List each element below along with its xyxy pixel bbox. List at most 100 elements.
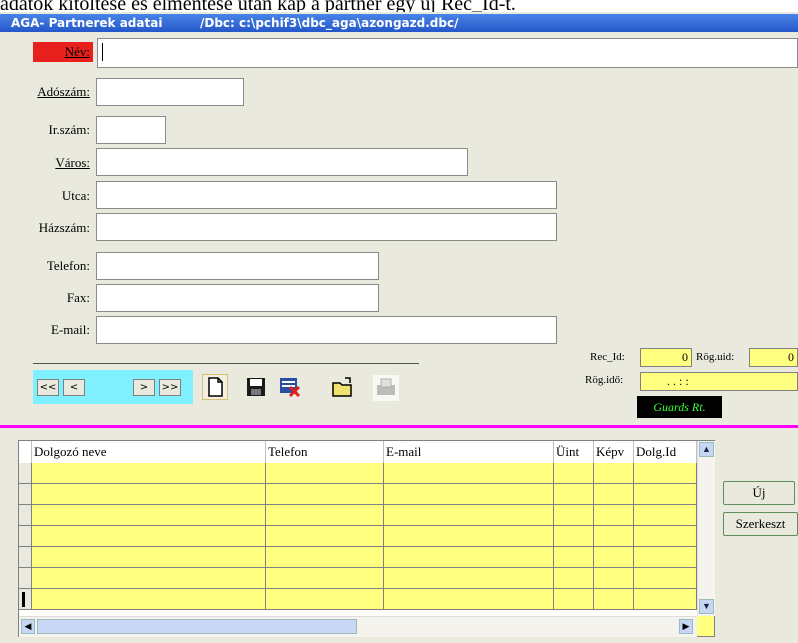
table-cell[interactable] — [266, 589, 384, 610]
table-cell[interactable] — [634, 505, 697, 526]
table-cell[interactable] — [554, 547, 594, 568]
table-cell[interactable] — [634, 484, 697, 505]
table-cell[interactable] — [384, 526, 554, 547]
table-cell[interactable] — [266, 568, 384, 589]
edit-employee-button[interactable]: Szerkeszt — [723, 512, 798, 536]
table-cell[interactable] — [634, 589, 697, 610]
table-cell[interactable] — [266, 484, 384, 505]
table-cell[interactable] — [634, 547, 697, 568]
column-header-kepv[interactable]: Képv — [594, 441, 634, 463]
table-cell[interactable] — [554, 568, 594, 589]
column-header-dolg-id[interactable]: Dolg.Id — [634, 441, 697, 463]
table-row[interactable] — [19, 547, 697, 568]
first-record-button[interactable]: << — [37, 379, 59, 396]
text-cursor — [102, 43, 103, 61]
table-cell[interactable] — [594, 526, 634, 547]
table-cell[interactable] — [32, 568, 266, 589]
table-cell[interactable] — [554, 484, 594, 505]
delete-record-button[interactable] — [278, 375, 302, 399]
new-document-button[interactable] — [202, 374, 228, 400]
horizontal-scroll-thumb[interactable] — [37, 619, 357, 634]
email-input[interactable] — [96, 316, 557, 344]
table-cell[interactable] — [554, 505, 594, 526]
scroll-right-icon[interactable]: ▶ — [679, 619, 693, 634]
column-header-phone[interactable]: Telefon — [266, 441, 384, 463]
table-cell[interactable] — [594, 589, 634, 610]
table-cell[interactable] — [32, 589, 266, 610]
open-folder-button[interactable] — [330, 375, 354, 399]
utca-input[interactable] — [96, 181, 557, 209]
prev-record-button[interactable]: < — [63, 379, 85, 396]
table-row[interactable] — [19, 463, 697, 484]
scroll-down-icon[interactable]: ▼ — [699, 599, 714, 614]
print-button[interactable] — [373, 375, 399, 401]
table-row[interactable] — [19, 484, 697, 505]
document-caption: adatok kitöltése és elmentése után kap a… — [0, 0, 798, 12]
scroll-left-icon[interactable]: ◀ — [21, 619, 35, 634]
irszam-input[interactable] — [96, 116, 166, 144]
table-cell[interactable] — [32, 526, 266, 547]
table-row[interactable] — [19, 505, 697, 526]
table-cell[interactable] — [594, 568, 634, 589]
table-cell[interactable] — [384, 589, 554, 610]
telefon-input[interactable] — [96, 252, 379, 280]
row-selector[interactable] — [19, 526, 32, 547]
table-cell[interactable] — [594, 547, 634, 568]
save-button[interactable] — [244, 375, 268, 399]
table-cell[interactable] — [594, 484, 634, 505]
new-employee-button[interactable]: Új — [723, 481, 795, 505]
vertical-scrollbar[interactable]: ▲ ▼ — [697, 441, 715, 616]
irszam-label: Ir.szám: — [48, 122, 90, 137]
scroll-up-icon[interactable]: ▲ — [699, 442, 714, 457]
table-cell[interactable] — [554, 526, 594, 547]
table-cell[interactable] — [384, 547, 554, 568]
last-record-button[interactable]: >> — [159, 379, 181, 396]
table-cell[interactable] — [554, 463, 594, 484]
table-cell[interactable] — [634, 463, 697, 484]
varos-input[interactable] — [96, 148, 468, 176]
row-selector[interactable] — [19, 589, 32, 610]
row-selector[interactable] — [19, 463, 32, 484]
table-cell[interactable] — [266, 505, 384, 526]
window-titlebar: AGA- Partnerek adatai /Dbc: c:\pchif3\db… — [0, 14, 798, 32]
fax-input[interactable] — [96, 284, 379, 312]
table-cell[interactable] — [594, 505, 634, 526]
table-cell[interactable] — [266, 526, 384, 547]
column-header-email[interactable]: E-mail — [384, 441, 554, 463]
table-cell[interactable] — [32, 463, 266, 484]
table-cell[interactable] — [384, 484, 554, 505]
table-cell[interactable] — [32, 547, 266, 568]
table-row[interactable] — [19, 526, 697, 547]
table-cell[interactable] — [32, 505, 266, 526]
table-cell[interactable] — [32, 484, 266, 505]
table-cell[interactable] — [384, 463, 554, 484]
next-record-button[interactable]: > — [133, 379, 155, 396]
table-cell[interactable] — [384, 505, 554, 526]
email-label: E-mail: — [51, 322, 90, 337]
adoszam-input[interactable] — [96, 78, 244, 106]
rec-id-value: 0 — [640, 348, 692, 367]
table-row[interactable] — [19, 589, 697, 610]
row-selector[interactable] — [19, 568, 32, 589]
table-cell[interactable] — [266, 547, 384, 568]
table-cell[interactable] — [594, 463, 634, 484]
column-header-uint[interactable]: Üint — [554, 441, 594, 463]
row-selector[interactable] — [19, 505, 32, 526]
nev-label: Név: — [33, 42, 93, 62]
table-cell[interactable] — [384, 568, 554, 589]
hazszam-input[interactable] — [96, 213, 557, 241]
telefon-label: Telefon: — [46, 258, 90, 273]
fax-label: Fax: — [66, 290, 90, 305]
table-cell[interactable] — [634, 568, 697, 589]
table-cell[interactable] — [554, 589, 594, 610]
table-row[interactable] — [19, 568, 697, 589]
table-cell[interactable] — [266, 463, 384, 484]
employees-grid[interactable]: Dolgozó neve Telefon E-mail Üint Képv Do… — [18, 440, 715, 637]
row-selector[interactable] — [19, 484, 32, 505]
horizontal-scrollbar[interactable]: ◀ ▶ — [19, 616, 697, 637]
column-header-name[interactable]: Dolgozó neve — [32, 441, 266, 463]
row-selector[interactable] — [19, 547, 32, 568]
table-cell[interactable] — [634, 526, 697, 547]
nev-input[interactable] — [97, 38, 798, 68]
rog-ido-value: . . : : — [640, 372, 798, 391]
